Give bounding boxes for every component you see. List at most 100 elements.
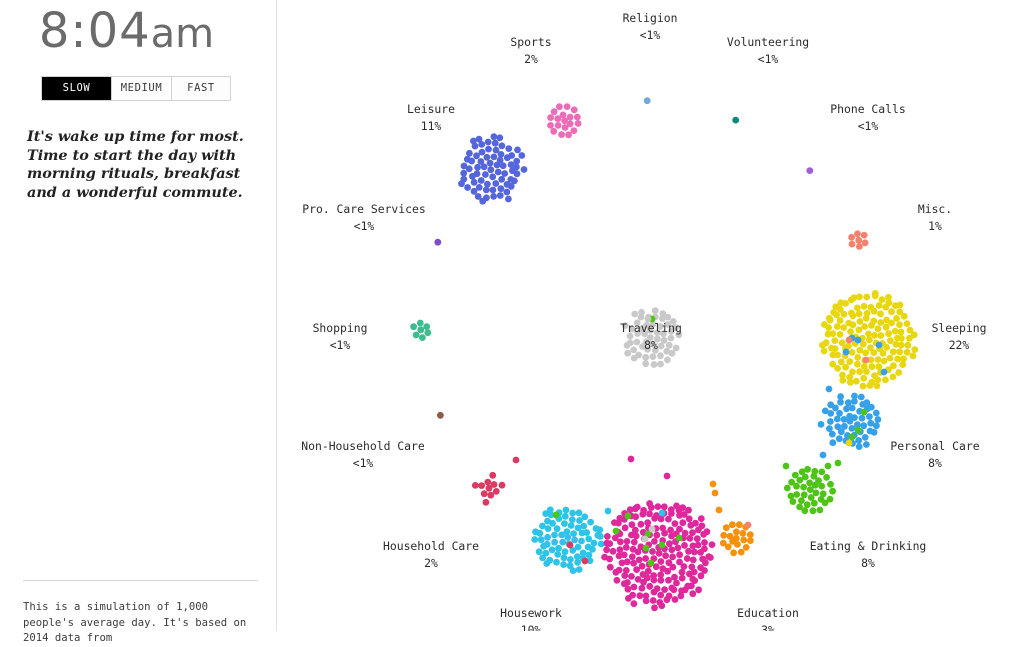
speed-button-fast[interactable]: FAST bbox=[172, 77, 230, 100]
dot-sleeping bbox=[829, 351, 837, 359]
dot-work bbox=[679, 504, 687, 512]
dot-sports bbox=[566, 113, 574, 121]
dot-eating-drinking bbox=[816, 506, 824, 514]
dot-misc- bbox=[860, 231, 868, 239]
dot-sleeping bbox=[870, 317, 878, 325]
dot-sports bbox=[558, 131, 565, 139]
dot-traveling bbox=[653, 329, 661, 336]
clock-ampm: am bbox=[150, 11, 215, 57]
dot-sleeping bbox=[863, 368, 870, 375]
dot-personal-care bbox=[835, 435, 843, 443]
dot-sleeping bbox=[877, 310, 884, 318]
dot-sleeping bbox=[874, 325, 882, 333]
dot-education bbox=[726, 532, 734, 540]
dot-traveling bbox=[628, 325, 636, 333]
dot-work bbox=[670, 586, 678, 594]
dot-sleeping bbox=[831, 337, 839, 344]
dot-traveling bbox=[649, 353, 657, 360]
dot-work bbox=[644, 519, 652, 526]
dot-stray bbox=[819, 451, 827, 459]
dot-sleeping bbox=[836, 317, 844, 324]
dot-sleeping bbox=[863, 309, 871, 317]
dot-sleeping bbox=[896, 321, 903, 329]
dot-sleeping bbox=[871, 290, 879, 297]
dot-work bbox=[678, 574, 686, 582]
dot-education bbox=[735, 521, 743, 529]
dot-traveling bbox=[669, 318, 677, 325]
dot-housework bbox=[597, 532, 604, 540]
simulation-clock: 8:04am bbox=[0, 2, 253, 63]
dot-transition bbox=[648, 525, 656, 533]
dot-non-household-care bbox=[437, 411, 444, 419]
dot-stray bbox=[581, 557, 589, 565]
dot-work bbox=[693, 535, 701, 543]
speed-button-slow[interactable]: SLOW bbox=[42, 77, 112, 100]
dot-sleeping bbox=[846, 358, 854, 365]
dot-sleeping bbox=[878, 296, 886, 303]
clock-time: 8:04 bbox=[38, 3, 151, 59]
dot-work bbox=[655, 549, 663, 557]
dot-education bbox=[747, 537, 754, 544]
dot-housework bbox=[532, 528, 539, 536]
dot-household-care bbox=[490, 481, 498, 488]
dot-transition bbox=[624, 512, 632, 520]
dot-sports bbox=[556, 103, 563, 111]
dot-shopping bbox=[419, 334, 426, 341]
dot-work bbox=[673, 579, 680, 587]
dot-sleeping bbox=[874, 356, 882, 363]
dot-leisure bbox=[474, 163, 481, 171]
dot-work bbox=[659, 524, 667, 532]
dot-work bbox=[649, 597, 657, 604]
speed-button-medium[interactable]: MEDIUM bbox=[112, 77, 172, 100]
speed-toggle-group[interactable]: SLOW MEDIUM FAST bbox=[41, 76, 231, 101]
dot-eating-drinking bbox=[787, 492, 795, 500]
dot-traveling bbox=[633, 319, 641, 327]
dot-leisure bbox=[497, 151, 505, 158]
dot-work bbox=[651, 604, 658, 612]
dot-household-care bbox=[482, 498, 490, 506]
dot-traveling bbox=[639, 343, 646, 350]
dot-work bbox=[646, 582, 654, 590]
dot-sports bbox=[565, 131, 572, 139]
dot-religion bbox=[643, 97, 651, 105]
dot-traveling bbox=[623, 342, 631, 349]
dot-eating-drinking bbox=[823, 474, 830, 481]
dot-sleeping bbox=[848, 309, 855, 317]
dot-shopping bbox=[423, 323, 431, 330]
dot-work bbox=[685, 547, 692, 555]
dot-sleeping bbox=[868, 363, 876, 370]
dot-work bbox=[650, 576, 658, 584]
dot-work bbox=[676, 551, 683, 559]
dot-work bbox=[606, 563, 614, 571]
dot-work bbox=[603, 546, 610, 554]
dot-housework bbox=[531, 536, 539, 543]
dot-sports bbox=[570, 106, 578, 114]
dot-traveling bbox=[626, 332, 634, 340]
dot-sleeping bbox=[870, 349, 878, 356]
dot-sleeping bbox=[899, 361, 907, 368]
dot-leisure bbox=[501, 170, 509, 177]
dot-sleeping bbox=[824, 330, 832, 338]
dot-personal-care bbox=[851, 414, 858, 421]
dot-work bbox=[674, 544, 682, 552]
dot-leisure bbox=[513, 157, 521, 165]
dot-leisure bbox=[494, 168, 502, 176]
dot-traveling bbox=[675, 331, 683, 339]
dot-work bbox=[630, 583, 638, 591]
dot-misc- bbox=[848, 240, 856, 248]
dot-housework bbox=[559, 538, 567, 546]
dot-transition bbox=[744, 521, 752, 529]
dot-traveling bbox=[657, 352, 664, 360]
dot-personal-care bbox=[855, 437, 863, 444]
dot-leisure bbox=[505, 195, 512, 203]
dot-housework bbox=[554, 551, 562, 558]
dot-housework bbox=[535, 548, 543, 556]
dot-housework bbox=[569, 567, 577, 574]
dot-housework bbox=[553, 558, 560, 566]
dot-work bbox=[637, 520, 645, 528]
dot-stray bbox=[715, 506, 723, 514]
dot-sleeping bbox=[847, 379, 854, 386]
dot-transition bbox=[647, 559, 655, 567]
dot-sports bbox=[573, 113, 581, 121]
dot-work bbox=[657, 576, 665, 584]
